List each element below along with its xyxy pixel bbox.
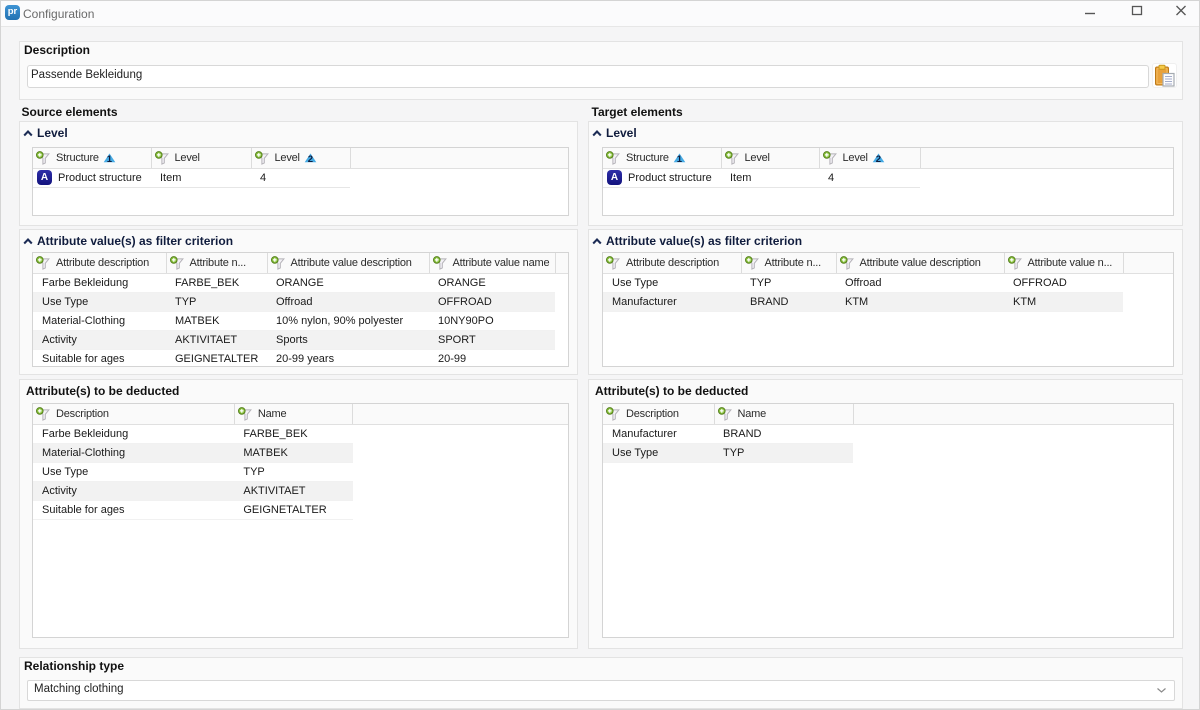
svg-text:1: 1 (677, 153, 683, 162)
svg-text:1: 1 (107, 153, 113, 162)
svg-text:2: 2 (308, 153, 313, 162)
svg-text:2: 2 (876, 153, 881, 162)
